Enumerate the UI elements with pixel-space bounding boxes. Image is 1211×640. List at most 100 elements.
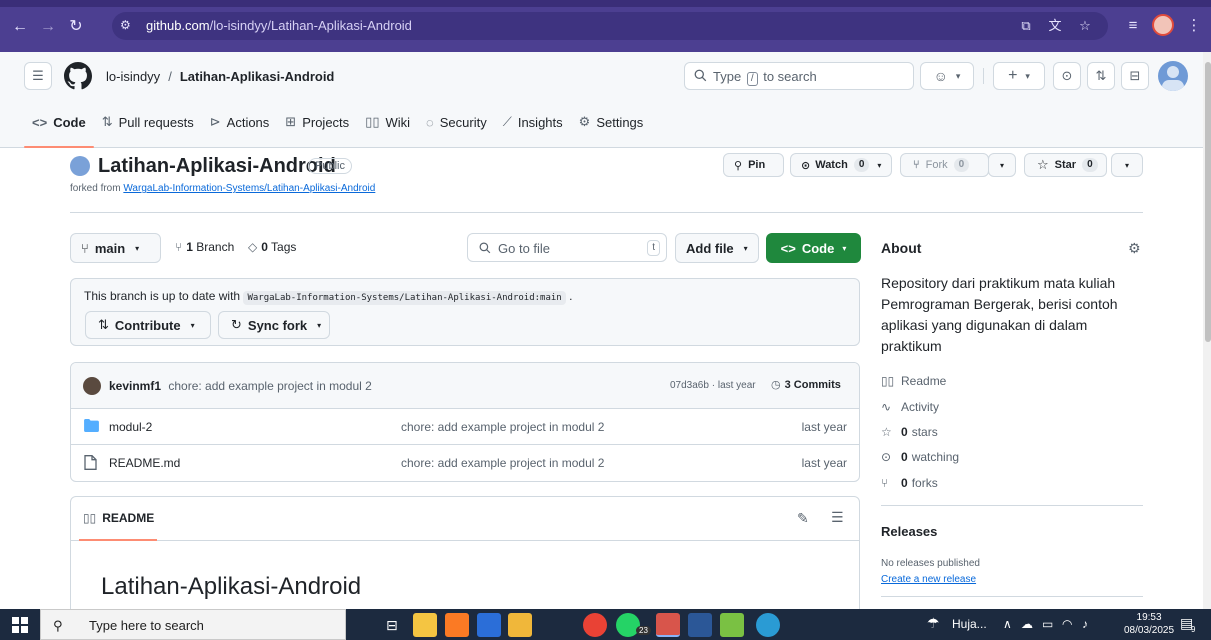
word-icon[interactable] bbox=[688, 613, 712, 637]
add-file-button[interactable]: Add file ▾ bbox=[675, 233, 759, 263]
volume-icon[interactable]: ♪ bbox=[1082, 617, 1088, 631]
outline-list-icon[interactable]: ☰ bbox=[831, 509, 844, 526]
forks-link[interactable]: ⑂ 0 forks bbox=[881, 476, 938, 490]
install-app-icon[interactable]: ⧉ bbox=[1018, 18, 1034, 34]
activity-link[interactable]: ∿ Activity bbox=[881, 400, 939, 414]
start-button[interactable] bbox=[0, 609, 40, 640]
task-view-icon[interactable]: ⊟ bbox=[386, 617, 398, 634]
file-name[interactable]: README.md bbox=[109, 456, 180, 470]
wifi-icon[interactable]: ◠ bbox=[1062, 617, 1072, 631]
translate-icon[interactable]: 文 bbox=[1047, 18, 1063, 34]
folder-app-icon[interactable] bbox=[508, 613, 532, 637]
tab-actions[interactable]: ⊳ Actions bbox=[202, 107, 278, 137]
sidebar-divider bbox=[881, 505, 1143, 506]
gear-icon[interactable]: ⚙ bbox=[1128, 240, 1141, 257]
reload-icon[interactable]: ↻ bbox=[66, 17, 86, 37]
scrollbar-thumb[interactable] bbox=[1205, 62, 1211, 342]
readme-link[interactable]: ▯▯ Readme bbox=[881, 374, 946, 388]
chrome-icon[interactable] bbox=[583, 613, 607, 637]
pin-button[interactable]: ⚲ Pin bbox=[723, 153, 784, 177]
chrome-profile-icon[interactable] bbox=[656, 613, 680, 637]
fork-dropdown-button[interactable]: ▾ bbox=[988, 153, 1016, 177]
chevron-up-icon[interactable]: ∧ bbox=[1003, 617, 1012, 631]
onedrive-cloud-icon[interactable]: ☁ bbox=[1021, 617, 1033, 631]
tab-settings[interactable]: ⚙ Settings bbox=[571, 107, 652, 137]
back-icon[interactable]: ← bbox=[10, 17, 30, 37]
file-explorer-icon[interactable] bbox=[413, 613, 437, 637]
readme-tab-underline bbox=[79, 539, 157, 541]
watch-button[interactable]: ⊙ Watch 0 ▾ bbox=[790, 153, 892, 177]
tab-code[interactable]: <> Code bbox=[24, 107, 94, 148]
watching-link[interactable]: ⊙ 0 watching bbox=[881, 450, 959, 464]
system-clock[interactable]: 19:53 08/03/2025 bbox=[1124, 611, 1174, 637]
file-commit-message[interactable]: chore: add example project in modul 2 bbox=[401, 456, 604, 470]
commit-hash-time[interactable]: 07d3a6b · last year bbox=[670, 380, 756, 391]
inbox-button[interactable]: ⊟ bbox=[1121, 62, 1149, 90]
store-icon[interactable] bbox=[477, 613, 501, 637]
branch-icon: ⑂ bbox=[175, 240, 183, 254]
pulse-icon: ∿ bbox=[881, 400, 892, 414]
commit-author[interactable]: kevinmf1 bbox=[109, 379, 161, 393]
contribute-button[interactable]: ⇅ Contribute ▾ bbox=[85, 311, 211, 339]
fork-icon: ⑂ bbox=[913, 159, 920, 171]
weather-icon[interactable]: ☂ bbox=[927, 615, 940, 632]
xampp-icon[interactable] bbox=[445, 613, 469, 637]
tab-wiki[interactable]: ▯▯ Wiki bbox=[357, 107, 418, 137]
file-row-readme[interactable]: README.md chore: add example project in … bbox=[71, 445, 859, 481]
tab-insights[interactable]: ⟋ Insights bbox=[495, 107, 571, 137]
profile-avatar[interactable] bbox=[1152, 14, 1174, 36]
kebab-menu-icon[interactable]: ⋮ bbox=[1184, 16, 1204, 36]
star-dropdown-button[interactable]: ▾ bbox=[1111, 153, 1143, 177]
copilot-button[interactable]: ☺ ▾ bbox=[920, 62, 974, 90]
browser-toolbar: ← → ↻ ⚙ github.com/lo-isindyy/Latihan-Ap… bbox=[0, 0, 1211, 52]
owner-link[interactable]: lo-isindyy bbox=[106, 69, 160, 84]
commits-link[interactable]: ◷ 3 Commits bbox=[771, 378, 841, 391]
github-logo-icon[interactable] bbox=[64, 62, 92, 90]
tab-security[interactable]: ◌ Security bbox=[418, 107, 495, 137]
repo-title[interactable]: Latihan-Aplikasi-Android bbox=[98, 155, 336, 178]
edge-icon[interactable] bbox=[756, 613, 780, 637]
file-row-modul-2[interactable]: modul-2 chore: add example project in mo… bbox=[71, 409, 859, 445]
fork-button[interactable]: ⑂ Fork 0 bbox=[900, 153, 989, 177]
tags-link[interactable]: ◇ 0 Tags bbox=[248, 240, 296, 254]
user-avatar[interactable] bbox=[1158, 61, 1188, 91]
hamburger-menu-button[interactable]: ☰ bbox=[24, 62, 52, 90]
star-button[interactable]: ☆ Star 0 bbox=[1024, 153, 1107, 177]
create-new-button[interactable]: + ▾ bbox=[993, 62, 1045, 90]
battery-icon[interactable]: ▭ bbox=[1042, 617, 1053, 631]
stars-link[interactable]: ☆ 0 stars bbox=[881, 425, 938, 439]
releases-heading[interactable]: Releases bbox=[881, 524, 937, 539]
taskbar-search-input[interactable]: ⚲ Type here to search bbox=[40, 609, 346, 640]
eye-icon: ⊙ bbox=[801, 159, 811, 172]
tab-projects[interactable]: ⊞ Projects bbox=[277, 107, 357, 137]
tab-pull-requests[interactable]: ⇅ Pull requests bbox=[94, 107, 202, 137]
bookmark-star-icon[interactable]: ☆ bbox=[1077, 18, 1093, 34]
file-commit-message[interactable]: chore: add example project in modul 2 bbox=[401, 420, 604, 434]
address-bar[interactable]: ⚙ github.com/lo-isindyy/Latihan-Aplikasi… bbox=[112, 12, 1108, 40]
site-settings-icon[interactable]: ⚙ bbox=[120, 18, 138, 34]
go-to-file-input[interactable]: Go to file t bbox=[467, 233, 667, 262]
edit-pencil-icon[interactable]: ✎ bbox=[797, 510, 809, 527]
reading-list-icon[interactable]: ≡ bbox=[1123, 16, 1143, 36]
create-release-link[interactable]: Create a new release bbox=[881, 574, 976, 585]
issues-button[interactable]: ⊙ bbox=[1053, 62, 1081, 90]
search-placeholder: Type / to search bbox=[713, 69, 817, 86]
code-dropdown-button[interactable]: <> Code ▾ bbox=[766, 233, 861, 263]
branch-select-button[interactable]: ⑂ main ▾ bbox=[70, 233, 161, 263]
pull-requests-button[interactable]: ⇅ bbox=[1087, 62, 1115, 90]
commit-message[interactable]: chore: add example project in modul 2 bbox=[168, 379, 371, 393]
commit-author-avatar[interactable] bbox=[83, 377, 101, 395]
branch-status-message: This branch is up to date with WargaLab-… bbox=[84, 289, 573, 305]
visibility-badge: Public bbox=[308, 158, 352, 174]
forked-source-link[interactable]: WargaLab-Information-Systems/Latihan-Apl… bbox=[123, 183, 375, 194]
file-name[interactable]: modul-2 bbox=[109, 420, 152, 434]
branches-link[interactable]: ⑂ 1 Branch bbox=[175, 240, 234, 254]
weather-text[interactable]: Huja... bbox=[952, 617, 987, 631]
repo-link[interactable]: Latihan-Aplikasi-Android bbox=[180, 69, 335, 84]
readme-tab[interactable]: ▯▯ README bbox=[83, 511, 154, 525]
global-search-input[interactable]: Type / to search bbox=[684, 62, 914, 90]
android-studio-icon[interactable] bbox=[720, 613, 744, 637]
chevron-down-icon: ▾ bbox=[999, 160, 1004, 170]
forward-icon[interactable]: → bbox=[38, 17, 58, 37]
sync-fork-button[interactable]: ↻ Sync fork ▾ bbox=[218, 311, 330, 339]
